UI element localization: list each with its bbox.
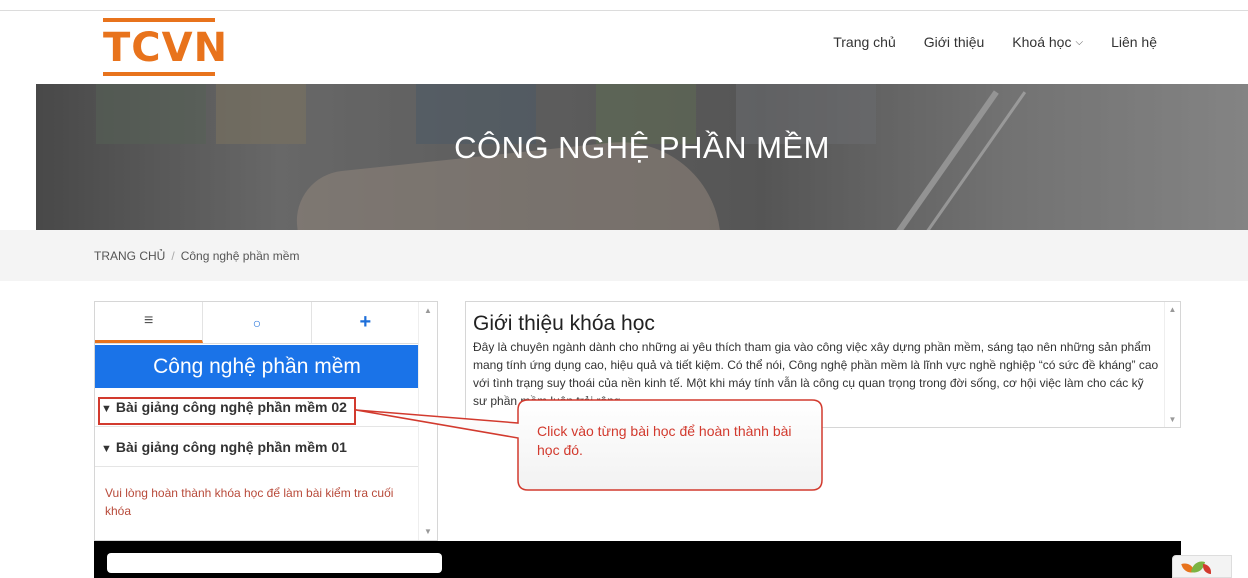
main-nav: Trang chủ Giới thiệu Khoá học ⌵ Liên hệ xyxy=(805,34,1157,50)
tab-add[interactable]: + xyxy=(312,302,419,343)
intro-title: Giới thiệu khóa học xyxy=(473,312,655,335)
nav-item-contact[interactable]: Liên hệ xyxy=(1111,34,1157,50)
menu-icon: ≡ xyxy=(143,312,154,329)
bottom-video-bar xyxy=(94,541,1181,578)
sidebar-tabs: ≡ ○ + xyxy=(95,302,419,344)
logo-text: TCVN xyxy=(103,25,229,71)
nav-label: Giới thiệu xyxy=(923,34,985,50)
breadcrumb-home-link[interactable]: TRANG CHỦ xyxy=(94,249,165,263)
tab-menu[interactable]: ≡ xyxy=(95,302,204,343)
breadcrumb-current: Công nghệ phần mềm xyxy=(180,249,300,263)
nav-label: Trang chủ xyxy=(833,34,896,50)
breadcrumb-separator: / xyxy=(171,249,175,263)
plus-icon: + xyxy=(359,311,372,333)
chevron-down-icon: ▼ xyxy=(101,443,112,455)
scroll-down-icon[interactable]: ▼ xyxy=(1165,415,1180,424)
scroll-down-icon[interactable]: ▼ xyxy=(419,527,437,536)
lesson-label: Bài giảng công nghệ phần mềm 02 xyxy=(115,399,347,415)
scroll-up-icon[interactable]: ▲ xyxy=(419,306,437,315)
floating-widget[interactable] xyxy=(1172,555,1232,578)
breadcrumb: TRANG CHỦ / Công nghệ phần mềm xyxy=(0,230,1248,281)
lesson-item[interactable]: ▼ Bài giảng công nghệ phần mềm 01 xyxy=(95,428,419,467)
lesson-item[interactable]: ▼ Bài giảng công nghệ phần mềm 02 xyxy=(95,388,419,427)
breadcrumb-row: TRANG CHỦ / Công nghệ phần mềm xyxy=(94,249,299,263)
logo-bar-bottom xyxy=(103,72,215,76)
nav-label: Liên hệ xyxy=(1111,34,1157,50)
nav-item-about[interactable]: Giới thiệu xyxy=(924,34,985,50)
course-sidebar: ≡ ○ + Công nghệ phần mềm ▼ Bài giảng công… xyxy=(94,301,438,541)
course-heading: Công nghệ phần mềm xyxy=(95,345,419,388)
page-title: CÔNG NGHỆ PHẦN MỀM xyxy=(454,130,830,165)
top-divider xyxy=(0,10,1248,11)
nav-item-home[interactable]: Trang chủ xyxy=(833,34,896,50)
callout-text: Click vào từng bài học để hoàn thành bài… xyxy=(537,423,792,458)
final-exam-notice[interactable]: Vui lòng hoàn thành khóa học để làm bài … xyxy=(105,484,405,520)
comment-icon: ○ xyxy=(252,314,262,331)
scroll-up-icon[interactable]: ▲ xyxy=(1165,305,1180,314)
site-logo[interactable]: TCVN xyxy=(103,18,229,78)
logo-bar-top xyxy=(103,18,215,22)
page-banner: CÔNG NGHỆ PHẦN MỀM xyxy=(36,84,1248,230)
nav-label: Khoá học xyxy=(1012,34,1072,50)
chevron-down-icon: ⌵ xyxy=(1075,36,1084,48)
sidebar-scrollbar[interactable]: ▲ ▼ xyxy=(418,302,437,540)
lesson-label: Bài giảng công nghệ phần mềm 01 xyxy=(115,439,347,455)
nav-item-courses[interactable]: Khoá học ⌵ xyxy=(1012,34,1083,50)
intro-scrollbar[interactable]: ▲ ▼ xyxy=(1164,302,1180,427)
course-intro-panel: Giới thiệu khóa học Đây là chuyên ngành … xyxy=(465,301,1181,428)
widget-logo-icon xyxy=(1203,564,1211,574)
bottom-input-field[interactable] xyxy=(107,553,442,573)
tab-comments[interactable]: ○ xyxy=(203,302,312,343)
intro-body: Đây là chuyên ngành dành cho những ai yê… xyxy=(473,340,1159,408)
chevron-down-icon: ▼ xyxy=(101,403,112,415)
